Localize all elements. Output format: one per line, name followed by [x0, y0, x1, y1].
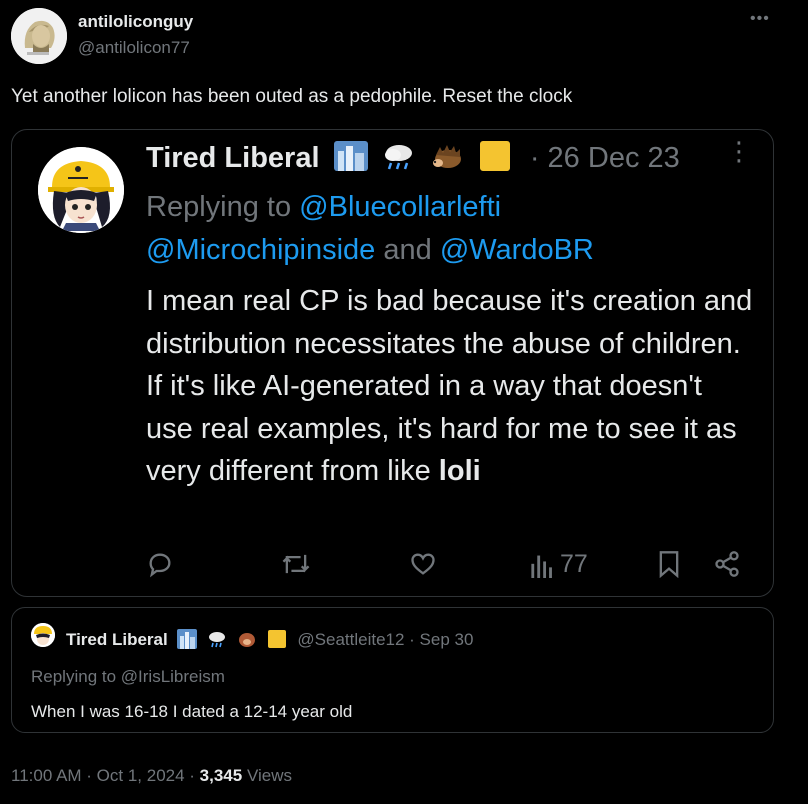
post-views-count: 3,345 [199, 766, 243, 785]
yellow-square-icon [267, 629, 286, 648]
quoted-body: I mean real CP is bad because it's creat… [146, 280, 756, 493]
views-count: 77 [560, 550, 588, 578]
author-name[interactable]: antiloliconguy [78, 12, 193, 32]
replying-label: Replying to [146, 191, 292, 223]
cloud-with-rain-icon [384, 145, 412, 170]
nested-author-name[interactable]: Tired Liberal [66, 630, 168, 649]
post-views-label: Views [242, 766, 292, 785]
hedgehog-icon [432, 145, 461, 169]
quoted-header: Tired Liberal · 26 Dec 23 [146, 141, 680, 175]
bookmark-icon[interactable] [656, 550, 682, 578]
quoted-author-name[interactable]: Tired Liberal [146, 142, 320, 174]
views-stat[interactable]: 77 [530, 550, 588, 579]
and-label: and [383, 234, 432, 266]
cloud-with-rain-icon [209, 631, 226, 647]
post-timestamp[interactable]: 11:00 AM · Oct 1, 2024 · [11, 766, 200, 785]
author-avatar[interactable] [11, 8, 67, 64]
reply-icon[interactable] [146, 550, 174, 578]
like-icon[interactable] [408, 550, 438, 578]
more-dots-icon[interactable]: ••• [750, 10, 770, 28]
quoted-body-bold: loli [438, 455, 481, 487]
nested-body: When I was 16-18 I dated a 12-14 year ol… [31, 702, 353, 721]
views-icon [531, 555, 552, 578]
cityscape-icon [333, 141, 368, 172]
author-handle[interactable]: @antilolicon77 [78, 38, 190, 58]
nested-quoted-tweet[interactable]: Tired Liberal @Seattleite12 · Sep 30 Rep… [11, 607, 774, 733]
cityscape-icon [177, 628, 198, 649]
quoted-date[interactable]: · 26 Dec 23 [530, 142, 680, 174]
quoted-replying-to: Replying to @Bluecollarlefti @Microchipi… [146, 186, 746, 272]
nested-handle-date[interactable]: @Seattleite12 · Sep 30 [297, 630, 473, 649]
nested-header: Tired Liberal @Seattleite12 · Sep 30 [66, 628, 473, 651]
mention-link[interactable]: @WardoBR [440, 234, 594, 266]
hedgehog-icon [238, 632, 255, 647]
nested-author-avatar[interactable] [31, 623, 55, 647]
mention-link[interactable]: @Bluecollarlefti [299, 191, 501, 223]
quoted-tweet-card[interactable]: Tired Liberal · 26 Dec 23 ⋮ Replying to … [11, 129, 774, 597]
quoted-action-bar: 77 [146, 550, 746, 584]
post-footer: 11:00 AM · Oct 1, 2024 · 3,345 Views [11, 766, 292, 786]
quoted-more-icon[interactable]: ⋮ [726, 138, 752, 164]
yellow-square-icon [479, 141, 510, 172]
retweet-icon[interactable] [280, 550, 312, 578]
share-icon[interactable] [712, 550, 742, 578]
post: antiloliconguy @antilolicon77 ••• Yet an… [0, 0, 808, 804]
mention-link[interactable]: @Microchipinside [146, 234, 375, 266]
nested-replying-to: Replying to @IrisLibreism [31, 667, 225, 686]
quoted-author-avatar[interactable] [38, 147, 124, 233]
post-text: Yet another lolicon has been outed as a … [11, 86, 573, 107]
